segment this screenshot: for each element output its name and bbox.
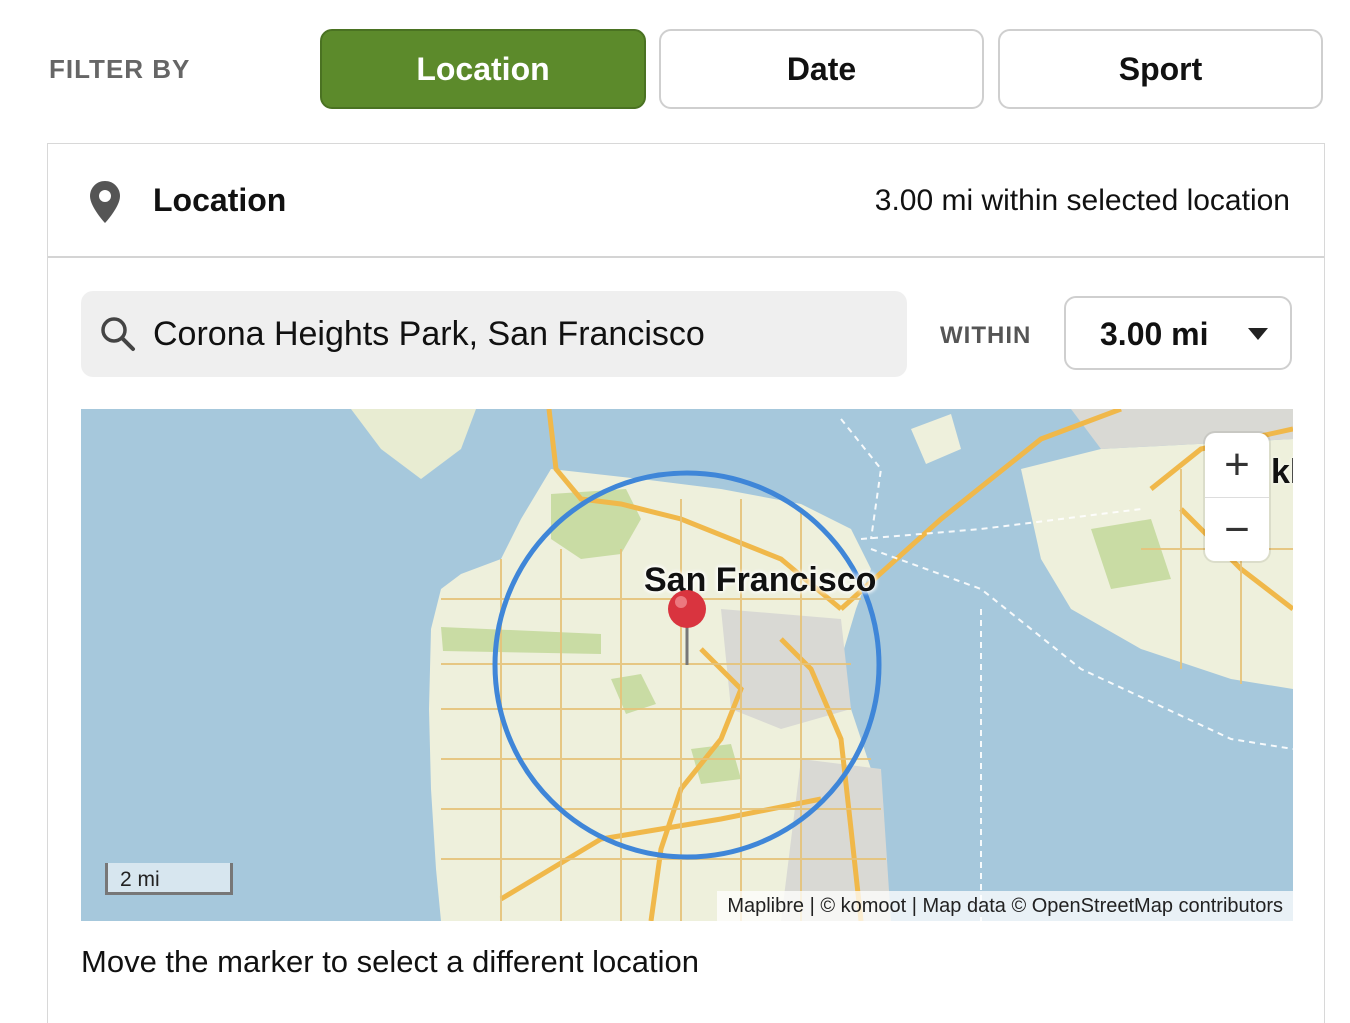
map-scale-bar: 2 mi xyxy=(105,863,233,895)
tab-sport[interactable]: Sport xyxy=(998,29,1323,109)
tab-location[interactable]: Location xyxy=(320,29,646,109)
map-view[interactable]: San Francisco + − kla 2 mi Maplibre | © … xyxy=(81,409,1293,921)
map-hint-text: Move the marker to select a different lo… xyxy=(81,944,700,979)
map-attribution: Maplibre | © komoot | Map data © OpenStr… xyxy=(717,891,1293,921)
radius-summary: 3.00 mi within selected location xyxy=(874,184,1290,217)
panel-header: Location 3.00 mi within selected locatio… xyxy=(48,144,1324,258)
zoom-out-button[interactable]: − xyxy=(1205,497,1269,561)
zoom-in-button[interactable]: + xyxy=(1205,433,1269,497)
location-search-input[interactable] xyxy=(153,291,893,377)
location-marker-icon[interactable] xyxy=(667,589,707,665)
location-filter-panel: Location 3.00 mi within selected locatio… xyxy=(47,143,1325,1023)
radius-value: 3.00 mi xyxy=(1100,316,1209,352)
panel-title: Location xyxy=(153,182,287,218)
radius-dropdown[interactable]: 3.00 mi xyxy=(1064,296,1292,370)
location-search-box[interactable] xyxy=(81,291,907,377)
map-pin-icon xyxy=(90,181,120,223)
map-partial-label: kla xyxy=(1271,453,1293,491)
within-label: WITHIN xyxy=(940,322,1032,349)
search-icon xyxy=(101,317,135,351)
zoom-control: + − xyxy=(1205,433,1269,561)
filter-by-label: FILTER BY xyxy=(49,54,191,84)
map-base-layer xyxy=(81,409,1293,921)
chevron-down-icon xyxy=(1248,328,1268,340)
tab-date[interactable]: Date xyxy=(659,29,984,109)
